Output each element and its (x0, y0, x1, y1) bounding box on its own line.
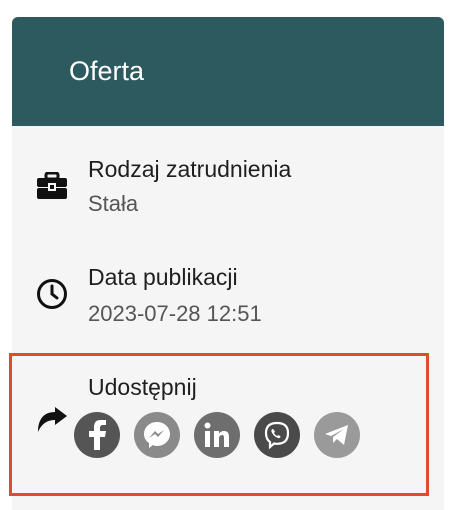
offer-title: Oferta (69, 56, 145, 86)
share-buttons (74, 412, 360, 458)
facebook-icon (89, 420, 106, 450)
telegram-icon (325, 425, 348, 445)
telegram-share-button[interactable] (314, 412, 360, 458)
viber-icon (264, 421, 290, 450)
facebook-share-button[interactable] (74, 412, 120, 458)
share-label: Udostępnij (88, 374, 197, 400)
viber-share-button[interactable] (254, 412, 300, 458)
employment-type-value: Stała (88, 191, 139, 216)
offer-header: Oferta (12, 17, 444, 126)
linkedin-icon (204, 422, 229, 447)
publication-date-value: 2023-07-28 12:51 (88, 301, 262, 326)
share-arrow-icon (34, 402, 70, 438)
messenger-icon (144, 422, 170, 448)
briefcase-icon (34, 168, 70, 204)
linkedin-share-button[interactable] (194, 412, 240, 458)
messenger-share-button[interactable] (134, 412, 180, 458)
clock-icon (34, 276, 70, 312)
employment-type-label: Rodzaj zatrudnienia (88, 156, 292, 182)
publication-date-label: Data publikacji (88, 264, 238, 290)
